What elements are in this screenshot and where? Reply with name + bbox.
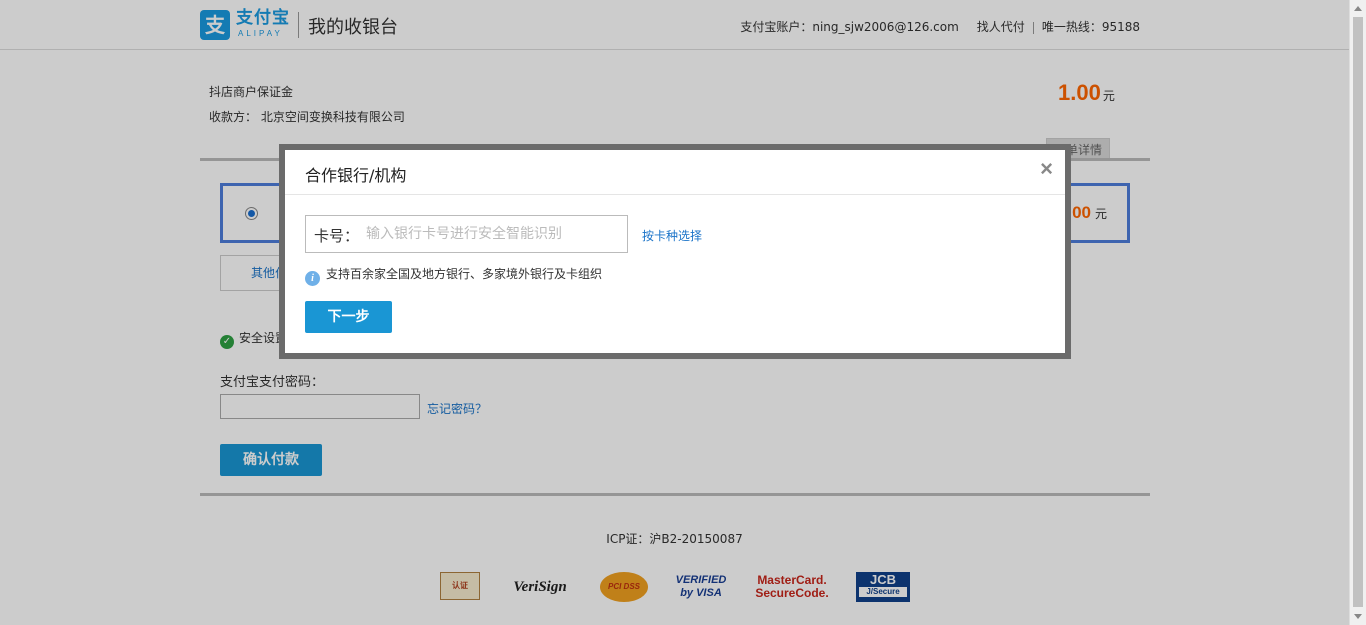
vertical-scrollbar[interactable] bbox=[1349, 0, 1366, 625]
supported-banks-info: i 支持百余家全国及地方银行、多家境外银行及卡组织 bbox=[305, 265, 602, 286]
select-by-card-type-link[interactable]: 按卡种选择 bbox=[642, 227, 702, 244]
bank-selection-modal: 合作银行/机构 × 卡号： 按卡种选择 i 支持百余家全国及地方银行、多家境外银行… bbox=[285, 150, 1065, 353]
close-icon[interactable]: × bbox=[1040, 156, 1053, 182]
modal-title: 合作银行/机构 bbox=[305, 166, 407, 185]
card-number-label: 卡号： bbox=[314, 227, 360, 245]
modal-divider bbox=[285, 194, 1065, 195]
card-number-field: 卡号： bbox=[305, 215, 628, 253]
scroll-down-icon[interactable] bbox=[1354, 614, 1362, 619]
info-icon: i bbox=[305, 271, 320, 286]
scroll-up-icon[interactable] bbox=[1354, 6, 1362, 11]
next-step-button[interactable]: 下一步 bbox=[305, 301, 392, 333]
supported-banks-text: 支持百余家全国及地方银行、多家境外银行及卡组织 bbox=[326, 267, 603, 281]
card-number-input[interactable] bbox=[366, 223, 621, 245]
scroll-thumb[interactable] bbox=[1353, 17, 1363, 607]
